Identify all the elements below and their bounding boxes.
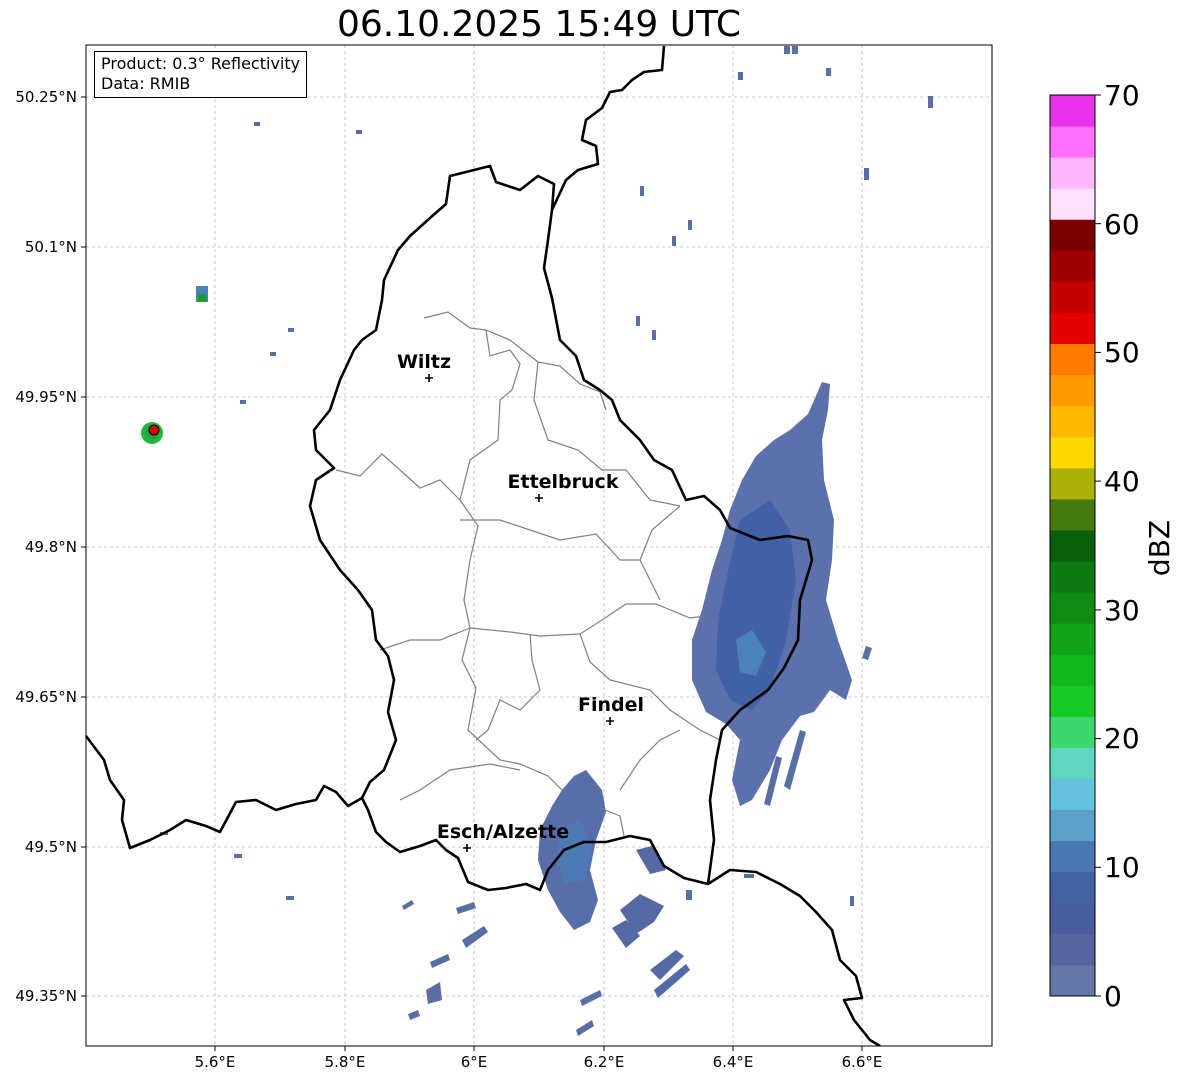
echo-speck — [826, 68, 831, 76]
colorbar-segment — [1050, 902, 1095, 935]
colorbar-segment — [1050, 157, 1095, 189]
lon-tick-label: 6.6°E — [842, 1053, 883, 1071]
echo-speck — [288, 328, 294, 332]
echo-speck — [652, 330, 656, 340]
echo-speck — [672, 236, 676, 246]
echo-speck — [636, 316, 640, 326]
product-info-box: Product: 0.3° Reflectivity Data: RMIB — [94, 51, 308, 98]
colorbar-segment — [1050, 778, 1095, 811]
lon-tick-label: 6.4°E — [713, 1053, 754, 1071]
colorbar-tick-label: 70 — [1104, 79, 1140, 112]
echo-speck — [688, 220, 692, 230]
echo-speck — [356, 130, 362, 134]
colorbar-segment — [1050, 250, 1095, 282]
colorbar-tick-label: 30 — [1104, 594, 1140, 627]
colorbar-segment — [1050, 498, 1095, 531]
colorbar-segment — [1050, 592, 1095, 624]
lat-axis: 50.25°N 50.1°N 49.95°N 49.8°N 49.65°N 49… — [15, 88, 86, 1005]
colorbar-segment — [1050, 188, 1095, 220]
echo-speck — [928, 96, 933, 108]
data-source-label: Data: RMIB — [101, 74, 191, 93]
lon-tick-label: 6°E — [461, 1053, 488, 1071]
lat-tick-label: 49.95°N — [15, 388, 77, 406]
radar-map: 50.25°N 50.1°N 49.95°N 49.8°N 49.65°N 49… — [15, 44, 1176, 1071]
echo-speck — [850, 896, 854, 906]
colorbar-segment — [1050, 933, 1095, 966]
colorbar-segment — [1050, 747, 1095, 780]
echo-speck — [286, 896, 294, 900]
lat-tick-label: 49.65°N — [15, 688, 77, 706]
colorbar-segment — [1050, 964, 1095, 997]
colorbar-tick-label: 50 — [1104, 336, 1140, 369]
colorbar-segment — [1050, 809, 1095, 842]
echo-speck — [792, 46, 798, 54]
colorbar-segment — [1050, 95, 1095, 127]
lon-tick-label: 5.6°E — [195, 1053, 236, 1071]
lon-tick-label: 6.2°E — [584, 1053, 625, 1071]
colorbar-segment — [1050, 281, 1095, 313]
colorbar-segment — [1050, 405, 1095, 438]
colorbar-segment — [1050, 467, 1095, 500]
echo-speck — [640, 186, 644, 196]
lon-axis: 5.6°E 5.8°E 6°E 6.2°E 6.4°E 6.6°E — [195, 1046, 883, 1071]
city-label-wiltz: Wiltz — [397, 351, 451, 373]
colorbar-segment — [1050, 126, 1095, 158]
city-label-ettelbruck: Ettelbruck — [508, 471, 619, 493]
echo-speck — [738, 72, 743, 80]
colorbar-tick-label: 10 — [1104, 851, 1140, 884]
echo-speck — [198, 294, 206, 302]
colorbar-segment — [1050, 436, 1095, 469]
colorbar-segment — [1050, 219, 1095, 251]
colorbar-segment — [1050, 654, 1095, 686]
echo-speck — [744, 874, 754, 878]
echo-speck — [240, 400, 246, 404]
colorbar-segment — [1050, 343, 1095, 376]
map-area[interactable] — [86, 45, 992, 1046]
city-label-findel: Findel — [578, 694, 644, 716]
colorbar-tick-label: 60 — [1104, 208, 1140, 241]
echo-speck — [270, 352, 276, 356]
lat-tick-label: 50.1°N — [25, 238, 77, 256]
product-label: Product: 0.3° Reflectivity — [101, 54, 301, 73]
city-label-esch-alzette: Esch/Alzette — [437, 821, 569, 843]
radar-site-marker[interactable] — [148, 424, 160, 436]
colorbar-segment — [1050, 685, 1095, 717]
lat-tick-label: 49.35°N — [15, 987, 77, 1005]
colorbar-segment — [1050, 374, 1095, 407]
colorbar-tick-label: 40 — [1104, 465, 1140, 498]
colorbar-segment — [1050, 312, 1095, 345]
echo-speck — [686, 890, 692, 900]
colorbar-ticks: 0 10 20 30 40 50 60 70 — [1095, 79, 1140, 1013]
colorbar-tick-label: 0 — [1104, 980, 1122, 1013]
colorbar-segment — [1050, 529, 1095, 562]
echo-speck — [254, 122, 260, 126]
colorbar-tick-label: 20 — [1104, 722, 1140, 755]
colorbar-segment — [1050, 840, 1095, 873]
colorbar-segment — [1050, 871, 1095, 904]
colorbar-segment — [1050, 716, 1095, 748]
echo-speck — [784, 46, 790, 54]
lat-tick-label: 49.5°N — [25, 838, 77, 856]
colorbar — [1050, 95, 1095, 997]
colorbar-axis-label: dBZ — [1143, 520, 1176, 576]
lat-tick-label: 50.25°N — [15, 88, 77, 106]
colorbar-segment — [1050, 623, 1095, 655]
lat-tick-label: 49.8°N — [25, 538, 77, 556]
lon-tick-label: 5.8°E — [325, 1053, 366, 1071]
echo-speck — [864, 168, 869, 180]
colorbar-segment — [1050, 561, 1095, 593]
echo-speck — [234, 854, 242, 858]
